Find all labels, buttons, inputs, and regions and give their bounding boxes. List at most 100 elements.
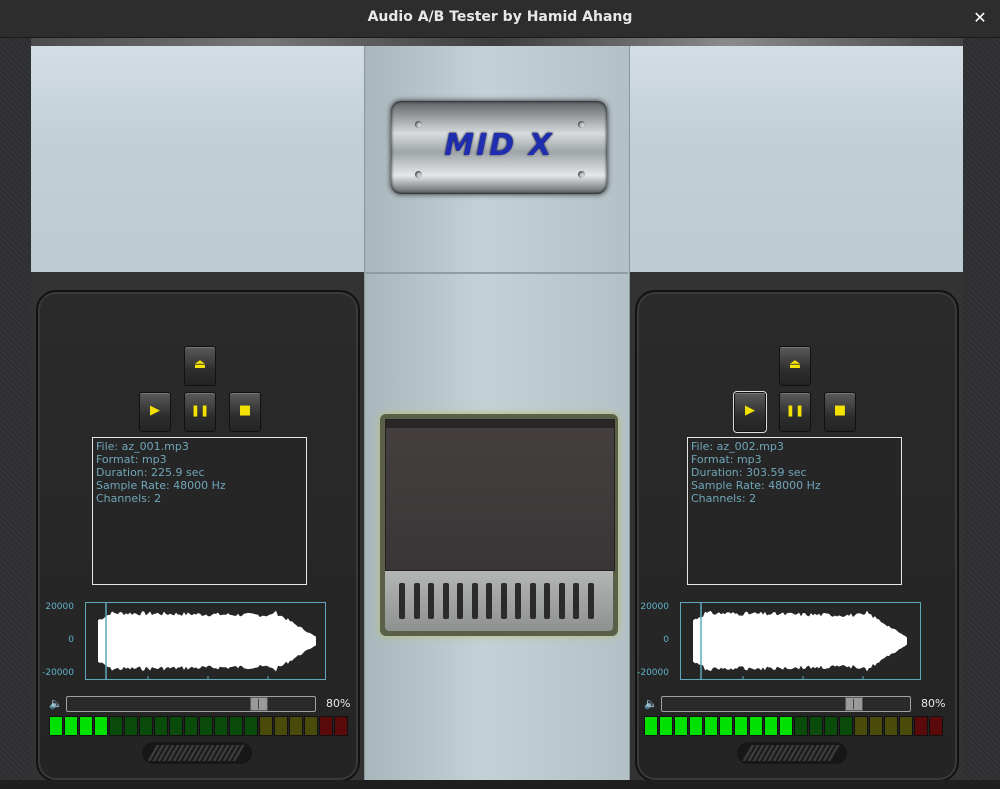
stop-icon: ■	[238, 403, 252, 418]
deck-a-play-button[interactable]: ▶	[139, 392, 171, 432]
meter-segment	[824, 716, 838, 736]
title-bar: Audio A/B Tester by Hamid Ahang ✕	[0, 0, 1000, 38]
y-tick-label: 0	[68, 635, 74, 645]
deck-a-waveform[interactable]	[85, 602, 326, 680]
meter-segment	[854, 716, 868, 736]
screw-icon	[578, 171, 585, 178]
window-title: Audio A/B Tester by Hamid Ahang	[367, 9, 633, 25]
meter-segment	[289, 716, 303, 736]
meter-segment	[109, 716, 123, 736]
meter-segment	[794, 716, 808, 736]
meter-segment	[839, 716, 853, 736]
top-left-metal-panel	[31, 38, 364, 272]
deck-b-volume-label: 80%	[921, 697, 946, 710]
meter-segment	[749, 716, 763, 736]
deck-a-vent	[142, 742, 252, 764]
meter-segment	[899, 716, 913, 736]
sample-rate: Sample Rate: 48000 Hz	[96, 479, 226, 492]
file-name: File: az_002.mp3	[691, 440, 784, 453]
speaker-grille	[385, 571, 613, 631]
screen-rim	[386, 420, 614, 428]
waveform-plot	[98, 603, 316, 679]
meter-segment	[734, 716, 748, 736]
deck-b-eject-button[interactable]: ⏏	[779, 346, 811, 386]
meter-segment	[244, 716, 258, 736]
file-name: File: az_001.mp3	[96, 440, 189, 453]
grille-slot	[442, 583, 449, 619]
meter-segment	[319, 716, 333, 736]
y-tick-label: -20000	[42, 668, 74, 678]
eject-icon: ⏏	[193, 357, 207, 372]
screw-icon	[415, 171, 422, 178]
meter-segment	[274, 716, 288, 736]
meter-segment	[214, 716, 228, 736]
meter-segment	[94, 716, 108, 736]
waveform-envelope	[98, 610, 316, 672]
deck-b-play-button[interactable]: ▶	[733, 391, 767, 433]
pause-icon: ❚❚	[190, 404, 210, 417]
deck-a-volume-label: 80%	[326, 697, 351, 710]
channels: Channels: 2	[96, 492, 162, 505]
file-format: Format: mp3	[96, 453, 167, 466]
center-screen	[385, 419, 615, 571]
deck-a-pause-button[interactable]: ❚❚	[184, 392, 216, 432]
meter-segment	[929, 716, 943, 736]
meter-segment	[304, 716, 318, 736]
meter-segment	[809, 716, 823, 736]
deck-b-waveform[interactable]	[680, 602, 921, 680]
screw-icon	[578, 121, 585, 128]
meter-segment	[764, 716, 778, 736]
meter-segment	[914, 716, 928, 736]
meter-segment	[124, 716, 138, 736]
meter-segment	[154, 716, 168, 736]
top-rim	[31, 38, 963, 46]
meter-segment	[674, 716, 688, 736]
meter-segment	[259, 716, 273, 736]
grille-slot	[471, 583, 478, 619]
waveform-envelope	[693, 610, 907, 672]
meter-segment	[169, 716, 183, 736]
y-tick-label: 20000	[45, 602, 74, 612]
deck-b-pause-button[interactable]: ❚❚	[779, 392, 811, 432]
grille-slot	[573, 583, 579, 619]
deck-b-volume-slider[interactable]	[661, 696, 911, 712]
grille-slot	[413, 583, 420, 619]
volume-icon: 🔈	[49, 697, 63, 710]
meter-segment	[139, 716, 153, 736]
slider-thumb[interactable]	[250, 697, 268, 711]
grille-slot	[399, 583, 405, 619]
slider-thumb[interactable]	[845, 697, 863, 711]
meter-segment	[689, 716, 703, 736]
meter-segment	[79, 716, 93, 736]
meter-segment	[334, 716, 348, 736]
meter-segment	[184, 716, 198, 736]
deck-a-stop-button[interactable]: ■	[229, 392, 261, 432]
play-icon: ▶	[745, 403, 755, 418]
y-tick-label: 20000	[640, 602, 669, 612]
grille-slot	[558, 583, 565, 619]
grille-slot	[486, 583, 492, 619]
top-right-metal-panel	[629, 38, 963, 272]
grille-slot	[515, 583, 521, 619]
close-icon[interactable]: ✕	[970, 8, 990, 28]
meter-segment	[884, 716, 898, 736]
file-duration: Duration: 303.59 sec	[691, 466, 807, 479]
meter-segment	[644, 716, 658, 736]
grille-slot	[529, 583, 536, 619]
meter-segment	[659, 716, 673, 736]
channels: Channels: 2	[691, 492, 757, 505]
deck-a-eject-button[interactable]: ⏏	[184, 346, 216, 386]
grille-slot	[457, 583, 463, 619]
deck-b-stop-button[interactable]: ■	[824, 392, 856, 432]
center-seam	[364, 272, 628, 274]
deck-b-info-box: File: az_002.mp3 Format: mp3 Duration: 3…	[687, 437, 902, 585]
file-format: Format: mp3	[691, 453, 762, 466]
bottom-strip	[0, 780, 1000, 789]
waveform-plot	[693, 603, 907, 679]
grille-slot	[544, 583, 550, 619]
logo-text: MID X	[444, 128, 554, 163]
deck-a-volume-slider[interactable]	[66, 696, 316, 712]
meter-segment	[719, 716, 733, 736]
y-tick-label: -20000	[637, 668, 669, 678]
meter-segment	[704, 716, 718, 736]
